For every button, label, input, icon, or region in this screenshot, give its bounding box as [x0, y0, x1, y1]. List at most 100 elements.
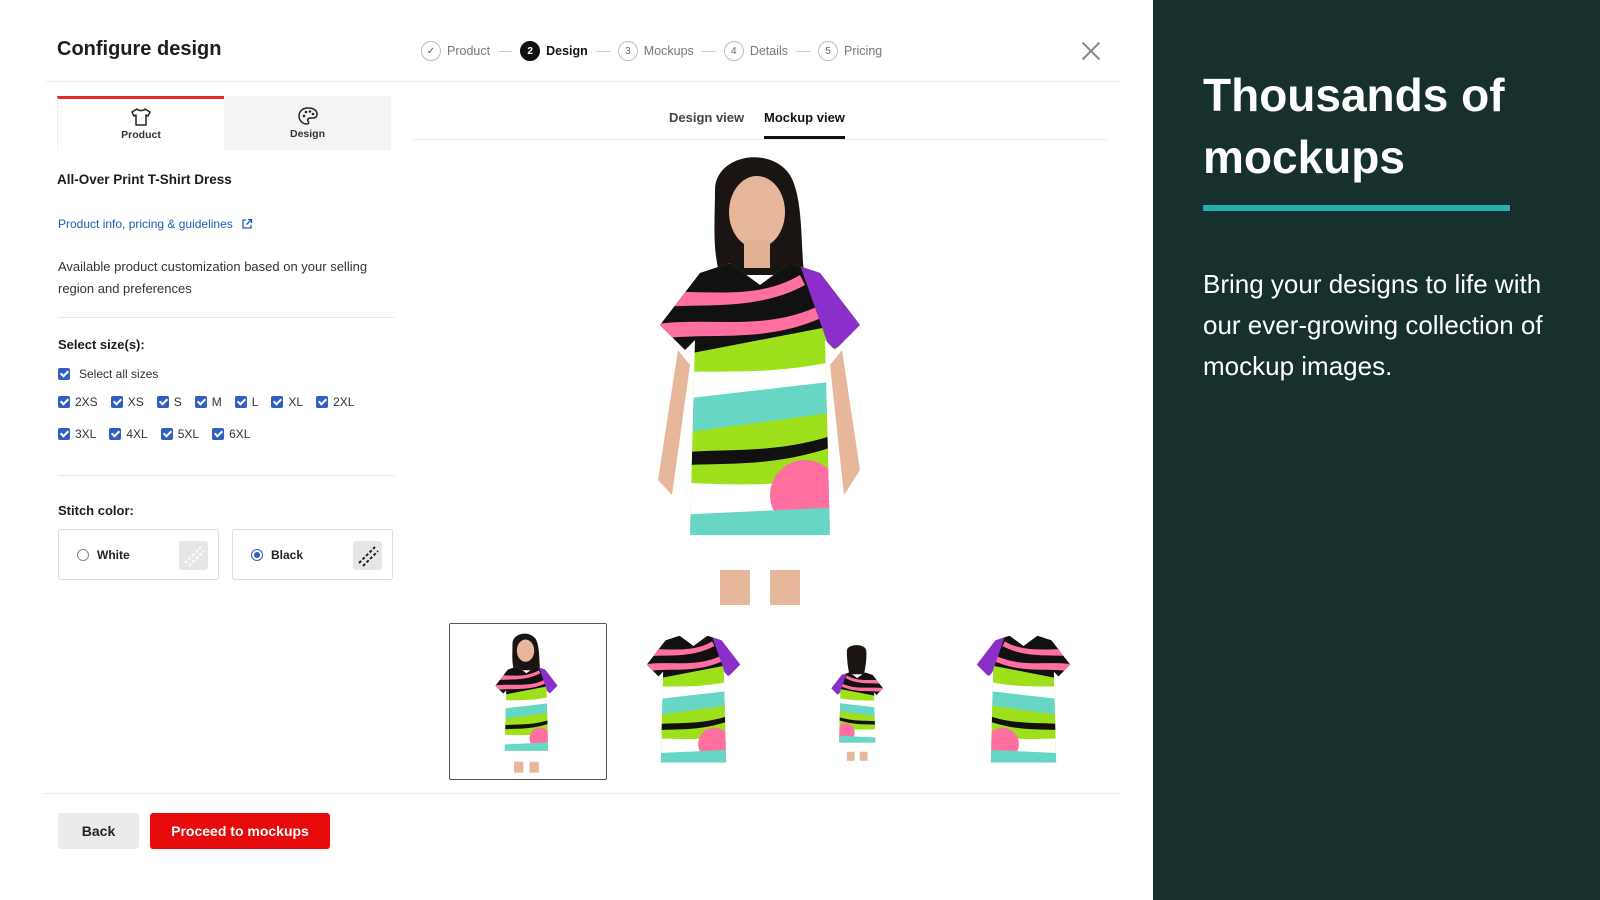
step-number: 3 [617, 41, 638, 61]
proceed-to-mockups-button[interactable]: Proceed to mockups [150, 813, 330, 849]
thumbnail-model-front[interactable] [449, 623, 607, 780]
tab-mockup-view[interactable]: Mockup view [764, 110, 845, 139]
step-separator [796, 50, 811, 52]
stitch-option-white[interactable]: White [58, 529, 219, 580]
thumbnail-image [976, 635, 1070, 763]
size-label: 4XL [126, 427, 148, 441]
size-checkbox-3xl[interactable]: 3XL [58, 427, 96, 441]
step-pricing[interactable]: 5 Pricing [818, 41, 882, 61]
size-checkbox-2xl[interactable]: 2XL [316, 395, 354, 409]
size-label: M [211, 395, 222, 409]
checkbox-checked-icon [212, 428, 225, 440]
thumbnail-model-back[interactable] [779, 623, 937, 780]
promo-text: Bring your designs to life with our ever… [1203, 269, 1543, 381]
step-design[interactable]: 2 Design [520, 41, 588, 61]
sizes-row-1: 2XS XS S M L XL 2XL [58, 395, 367, 409]
step-check-icon: ✓ [421, 41, 441, 61]
size-checkbox-s[interactable]: S [156, 395, 182, 409]
tab-label: Design [289, 127, 325, 140]
step-label: Pricing [844, 44, 883, 58]
mockup-preview-image [658, 157, 860, 605]
size-checkbox-m[interactable]: M [194, 395, 222, 409]
configure-design-window: Configure design ✓ Product 2 Design 3 Mo… [0, 0, 1153, 900]
product-info-link[interactable]: Product info, pricing & guidelines [58, 217, 253, 231]
select-all-label: Select all sizes [79, 367, 159, 381]
tab-design-view[interactable]: Design view [669, 110, 744, 136]
step-product[interactable]: ✓ Product [421, 41, 490, 61]
product-info-link-text: Product info, pricing & guidelines [58, 217, 233, 231]
checkbox-checked-icon [194, 396, 207, 408]
step-label: Product [447, 44, 491, 58]
thumbnail-image [495, 633, 558, 773]
size-checkbox-l[interactable]: L [234, 395, 259, 409]
step-number: 4 [723, 41, 744, 61]
checkbox-checked-icon [160, 428, 173, 440]
size-label: 6XL [229, 427, 251, 441]
stitch-color-heading: Stitch color: [58, 503, 134, 518]
radio-selected-icon [251, 548, 263, 561]
checkbox-checked-icon [110, 396, 123, 408]
promo-panel: Thousands of mockups Bring your designs … [1153, 0, 1600, 900]
divider [58, 475, 394, 476]
step-number: 2 [520, 41, 541, 61]
mockup-thumbnails [449, 623, 1109, 780]
back-button[interactable]: Back [58, 813, 139, 849]
step-mockups[interactable]: 3 Mockups [617, 41, 694, 61]
step-label: Details [749, 44, 789, 58]
thumbnail-image [646, 635, 740, 763]
tab-product[interactable]: Product [57, 96, 224, 150]
checkbox-checked-icon [58, 396, 70, 408]
size-checkbox-6xl[interactable]: 6XL [212, 427, 250, 441]
black-stitch-swatch [353, 541, 382, 570]
step-number: 5 [818, 41, 839, 61]
product-name: All-Over Print T-Shirt Dress [57, 172, 232, 187]
size-checkbox-2xs[interactable]: 2XS [58, 395, 98, 409]
promo-accent-bar [1203, 205, 1510, 211]
radio-unselected-icon [77, 548, 89, 561]
checkbox-checked-icon [109, 428, 122, 440]
size-checkbox-5xl[interactable]: 5XL [160, 427, 200, 441]
step-separator [595, 50, 610, 52]
sizes-row-2: 3XL 4XL 5XL 6XL [58, 427, 263, 441]
thumbnail-image [830, 644, 883, 761]
select-all-sizes-checkbox[interactable]: Select all sizes [58, 367, 158, 381]
panel-tabs: Product Design [57, 96, 391, 150]
checkbox-checked-icon [58, 368, 70, 380]
checkbox-checked-icon [316, 396, 329, 408]
view-tabs: Design view Mockup view [413, 104, 1107, 140]
size-label: XL [288, 395, 304, 409]
size-label: 5XL [177, 427, 200, 441]
stitch-option-black[interactable]: Black [232, 529, 393, 580]
checkbox-checked-icon [58, 428, 70, 440]
step-label: Design [546, 44, 588, 58]
tab-label: Product [121, 129, 161, 141]
palette-icon [297, 106, 318, 125]
close-icon[interactable] [1080, 40, 1102, 62]
size-label: XS [127, 395, 144, 409]
size-checkbox-xl[interactable]: XL [271, 395, 303, 409]
external-link-icon [242, 218, 252, 229]
step-label: Mockups [643, 44, 694, 58]
promo-title: Thousands of mockups [1203, 69, 1505, 183]
stepper: ✓ Product 2 Design 3 Mockups 4 Details 5… [421, 40, 882, 62]
divider [58, 317, 394, 318]
checkbox-checked-icon [234, 396, 247, 408]
page-title: Configure design [57, 38, 222, 60]
tab-design[interactable]: Design [224, 96, 391, 150]
thumbnail-dress-front-flat[interactable] [614, 623, 772, 780]
step-separator [701, 50, 716, 52]
sizes-heading: Select size(s): [58, 337, 145, 352]
checkbox-checked-icon [156, 396, 169, 408]
checkbox-checked-icon [271, 396, 284, 408]
step-details[interactable]: 4 Details [723, 41, 789, 61]
thumbnail-dress-back-flat[interactable] [944, 623, 1102, 780]
size-checkbox-4xl[interactable]: 4XL [109, 427, 148, 441]
header-divider [46, 81, 1120, 82]
size-label: 2XL [333, 395, 355, 409]
tshirt-icon [131, 108, 151, 126]
step-separator [498, 50, 513, 52]
size-label: L [251, 395, 259, 409]
size-label: 3XL [75, 427, 97, 441]
size-checkbox-xs[interactable]: XS [110, 395, 144, 409]
stitch-option-label: White [97, 547, 130, 562]
